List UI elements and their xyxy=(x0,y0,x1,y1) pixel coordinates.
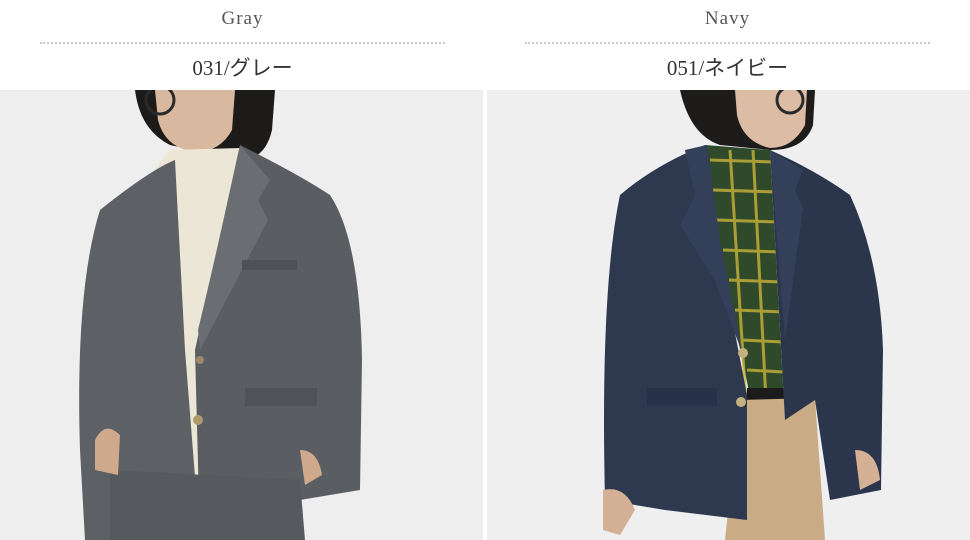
hand xyxy=(95,428,120,475)
color-variant-gray[interactable]: Gray 031/グレー xyxy=(0,0,485,540)
breast-pocket xyxy=(242,260,297,270)
product-photo-gray[interactable] xyxy=(0,90,485,540)
column-gutter xyxy=(483,90,487,540)
hip-pocket xyxy=(647,388,717,406)
color-code: 051/ネイビー xyxy=(666,56,789,80)
dotted-divider xyxy=(525,42,930,44)
color-variant-navy[interactable]: Navy 051/ネイビー xyxy=(485,0,970,540)
variant-header: Navy 051/ネイビー xyxy=(485,0,970,90)
button xyxy=(736,397,746,407)
variant-header: Gray 031/グレー xyxy=(0,0,485,90)
trousers xyxy=(110,470,305,540)
hip-pocket xyxy=(245,388,317,406)
button xyxy=(196,356,204,364)
color-name: Navy xyxy=(704,8,751,29)
product-photo-navy[interactable] xyxy=(485,90,970,540)
button xyxy=(193,415,203,425)
button xyxy=(738,348,748,358)
dotted-divider xyxy=(40,42,445,44)
color-name: Gray xyxy=(221,8,264,29)
color-code: 031/グレー xyxy=(192,56,293,80)
